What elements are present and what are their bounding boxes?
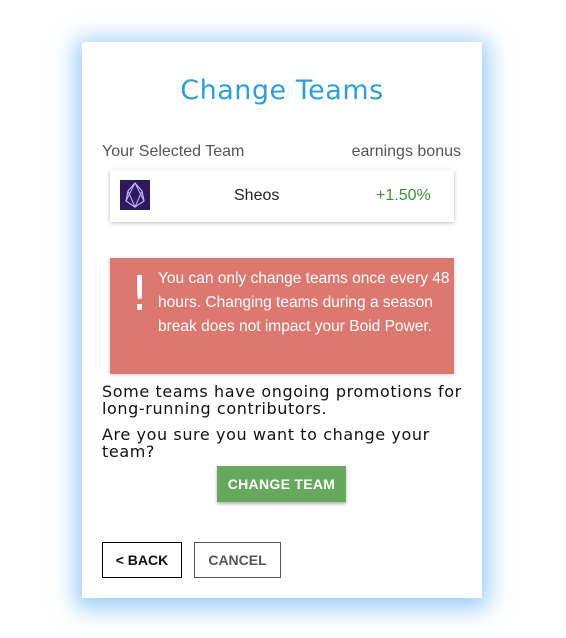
exclamation-icon: ! bbox=[130, 266, 150, 322]
promotions-info: Some teams have ongoing promotions for l… bbox=[102, 382, 462, 418]
cancel-button[interactable]: CANCEL bbox=[194, 542, 281, 578]
warning-alert: ! You can only change teams once every 4… bbox=[110, 258, 454, 374]
confirm-question: Are you sure you want to change your tea… bbox=[102, 425, 430, 461]
selected-team-header: Your Selected Team bbox=[102, 143, 245, 160]
earnings-bonus-header: earnings bonus bbox=[351, 143, 461, 160]
change-team-button[interactable]: CHANGE TEAM bbox=[217, 466, 346, 502]
dialog-title: Change Teams bbox=[180, 75, 384, 106]
back-button[interactable]: < BACK bbox=[102, 542, 182, 578]
selected-team-card: Sheos +1.50% bbox=[110, 170, 454, 222]
team-name: Sheos bbox=[234, 187, 280, 204]
team-earnings-bonus: +1.50% bbox=[376, 187, 431, 204]
eos-crystal-icon bbox=[120, 180, 150, 210]
change-teams-dialog: Change Teams Your Selected Team earnings… bbox=[82, 42, 482, 598]
warning-text: You can only change teams once every 48 … bbox=[158, 270, 450, 335]
